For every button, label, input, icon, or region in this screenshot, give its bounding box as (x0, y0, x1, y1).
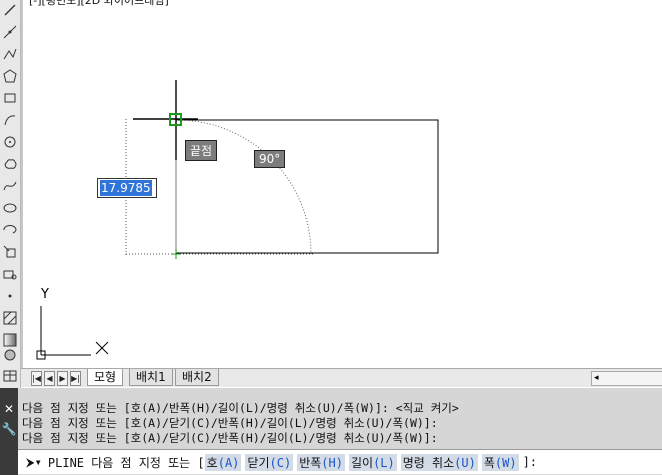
draw-toolbar (0, 0, 21, 388)
first-tab-icon[interactable]: |◀ (31, 371, 42, 386)
construction-line-icon[interactable] (1, 22, 19, 42)
command-window-handle[interactable]: ✕ 🔧 (0, 388, 18, 475)
option-length[interactable]: 길이(L) (348, 453, 397, 471)
option-arc[interactable]: 호(A) (204, 453, 242, 471)
polygon-icon[interactable] (1, 66, 19, 86)
history-line: 다음 점 지정 또는 [호(A)/반폭(H)/길이(L)/명령 취소(U)/폭(… (22, 401, 459, 415)
tab-model[interactable]: 모형 (87, 369, 124, 386)
spline-icon[interactable] (1, 176, 19, 196)
make-block-icon[interactable] (1, 264, 19, 284)
option-halfwidth[interactable]: 반폭(H) (297, 453, 345, 471)
history-line: 다음 점 지정 또는 [호(A)/닫기(C)/반폭(H)/길이(L)/명령 취소… (22, 416, 438, 430)
circle-icon[interactable] (1, 132, 19, 152)
ucs-y-label: Y (41, 287, 49, 302)
ellipse-arc-icon[interactable] (1, 220, 19, 240)
command-history: 다음 점 지정 또는 [호(A)/반폭(H)/길이(L)/명령 취소(U)/폭(… (22, 401, 459, 446)
command-recent-icon[interactable]: ⮞▾ (26, 455, 42, 470)
prev-tab-icon[interactable]: ◀ (44, 371, 55, 386)
close-icon[interactable]: ✕ (0, 402, 18, 416)
tab-layout2[interactable]: 배치2 (175, 369, 219, 386)
point-icon[interactable] (1, 286, 19, 306)
next-tab-icon[interactable]: ▶ (57, 371, 68, 386)
insert-block-icon[interactable] (1, 242, 19, 262)
angle-tooltip: 90° (254, 150, 286, 168)
table-icon[interactable] (1, 366, 19, 386)
drawing-canvas[interactable]: [-][평면도][2D 와이어프레임] Y 끝점 90° 17.9785 (21, 0, 662, 368)
length-input-value[interactable]: 17.9785 (100, 180, 152, 196)
option-close[interactable]: 닫기(C) (245, 453, 294, 471)
horizontal-scrollbar[interactable]: ◂ (591, 371, 662, 386)
arc-icon[interactable] (1, 110, 19, 130)
history-line: 다음 점 지정 또는 [호(A)/닫기(C)/반폭(H)/길이(L)/명령 취소… (22, 431, 438, 445)
rectangle-icon[interactable] (1, 88, 19, 108)
command-window: ✕ 🔧 다음 점 지정 또는 [호(A)/반폭(H)/길이(L)/명령 취소(U… (0, 388, 662, 475)
length-dynamic-input[interactable]: 17.9785 (97, 178, 157, 198)
command-prompt-prefix: PLINE 다음 점 지정 또는 [ (47, 455, 205, 470)
command-input[interactable]: ⮞▾ PLINE 다음 점 지정 또는 [ 호(A) 닫기(C) 반폭(H) 길… (18, 449, 662, 474)
option-width[interactable]: 폭(W) (481, 453, 519, 471)
layout-tabs-bar: |◀ ◀ ▶ ▶| 모형 배치1 배치2 ◂ (21, 368, 662, 387)
scroll-left-icon[interactable]: ◂ (594, 372, 599, 385)
ellipse-icon[interactable] (1, 198, 19, 218)
endpoint-tooltip: 끝점 (185, 140, 218, 161)
customize-icon[interactable]: 🔧 (0, 422, 18, 436)
polyline-icon[interactable] (1, 44, 19, 64)
region-icon[interactable] (1, 345, 19, 365)
option-undo[interactable]: 명령 취소(U) (400, 453, 478, 471)
tab-layout1[interactable]: 배치1 (129, 369, 173, 386)
command-prompt-suffix: ]: (522, 455, 538, 469)
revcloud-icon[interactable] (1, 154, 19, 174)
last-tab-icon[interactable]: ▶| (70, 371, 81, 386)
line-icon[interactable] (1, 0, 19, 20)
hatch-icon[interactable] (1, 308, 19, 328)
